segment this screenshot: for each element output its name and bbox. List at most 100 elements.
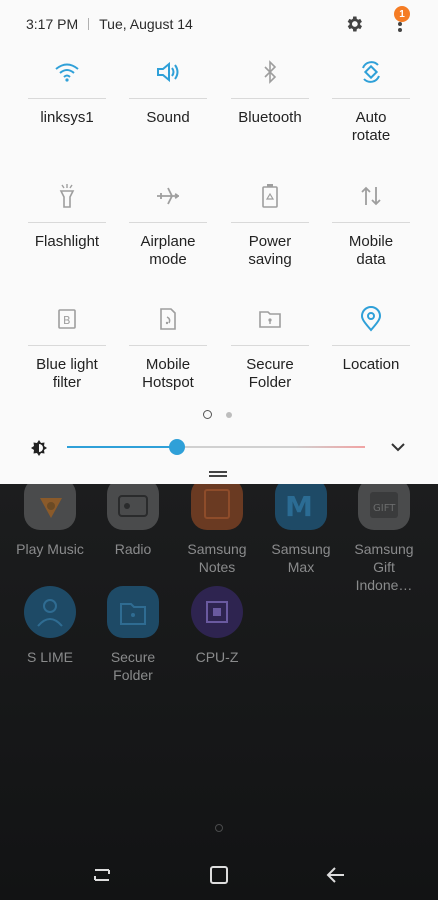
back-icon: [326, 867, 344, 883]
tile-divider: [231, 222, 309, 223]
expand-button[interactable]: [389, 438, 407, 461]
app-samsung-max[interactable]: M Samsung Max: [260, 478, 342, 576]
blue-light-filter-icon: B: [28, 293, 106, 345]
tile-label: Flashlight: [34, 233, 100, 250]
sound-icon: [129, 46, 207, 98]
samsung-gift-icon: GIFT: [358, 478, 410, 530]
status-date: Tue, August 14: [99, 16, 193, 32]
tile-mobile-hotspot[interactable]: Mobile Hotspot: [129, 293, 207, 392]
app-secure-folder[interactable]: Secure Folder: [92, 586, 174, 684]
tile-divider: [332, 345, 410, 346]
tile-label: Airplane mode: [140, 233, 196, 268]
tile-divider: [231, 98, 309, 99]
app-samsung-gift[interactable]: GIFT Samsung Gift Indone…: [343, 478, 425, 594]
brightness-track-end: [295, 446, 365, 448]
app-label: Samsung Notes: [187, 541, 247, 575]
samsung-max-icon: M: [275, 478, 327, 530]
flashlight-icon: [28, 170, 106, 222]
home-button[interactable]: [199, 855, 239, 895]
gear-icon: [347, 16, 362, 32]
s-lime-icon: [24, 586, 76, 638]
app-label: Samsung Max: [271, 541, 331, 575]
tile-label: Mobile Hotspot: [142, 356, 194, 391]
wifi-icon: [28, 46, 106, 98]
brightness-thumb[interactable]: [169, 439, 186, 455]
tile-divider: [332, 98, 410, 99]
app-s-lime[interactable]: S LIME: [9, 586, 91, 666]
app-label: Samsung Gift Indone…: [354, 541, 414, 593]
recents-button[interactable]: [82, 855, 122, 895]
recents-icon: [94, 869, 111, 881]
auto-rotate-icon: [332, 46, 410, 98]
tile-auto-rotate[interactable]: Auto rotate: [332, 46, 410, 145]
app-samsung-notes[interactable]: Samsung Notes: [176, 478, 258, 576]
tile-sound[interactable]: Sound: [129, 46, 207, 127]
app-radio[interactable]: Radio: [92, 478, 174, 558]
tile-label: Bluetooth: [238, 109, 302, 126]
more-options-button[interactable]: 1: [388, 6, 412, 36]
page-dot-current: [203, 410, 212, 419]
page-dot: [226, 411, 232, 418]
tile-divider: [129, 345, 207, 346]
brightness-slider[interactable]: [67, 439, 365, 455]
chevron-down-icon: [391, 443, 405, 452]
tile-label: Blue light filter: [36, 356, 98, 391]
brightness-icon: [30, 439, 48, 462]
app-label: Secure Folder: [110, 649, 156, 683]
cpu-z-icon: [191, 586, 243, 638]
app-label: Radio: [114, 541, 152, 557]
tile-wifi[interactable]: linksys1: [28, 46, 106, 127]
tile-label: Power saving: [248, 233, 292, 268]
tile-divider: [129, 222, 207, 223]
tile-flashlight[interactable]: Flashlight: [28, 170, 106, 251]
tile-divider: [28, 345, 106, 346]
tile-label: Location: [342, 356, 400, 373]
svg-text:B: B: [63, 314, 71, 327]
location-icon: [332, 293, 410, 345]
airplane-icon: [129, 170, 207, 222]
tile-power-saving[interactable]: Power saving: [231, 170, 309, 269]
app-label: Play Music: [16, 541, 84, 557]
tile-label: Secure Folder: [246, 356, 294, 391]
tile-secure-folder[interactable]: Secure Folder: [231, 293, 309, 392]
mobile-hotspot-icon: [129, 293, 207, 345]
power-saving-icon: [231, 170, 309, 222]
tile-airplane-mode[interactable]: Airplane mode: [129, 170, 207, 269]
secure-folder-icon: [231, 293, 309, 345]
svg-text:M: M: [285, 490, 313, 523]
play-music-icon: [24, 478, 76, 530]
settings-button[interactable]: [342, 12, 366, 36]
tile-divider: [28, 98, 106, 99]
tile-label: Mobile data: [348, 233, 394, 268]
mobile-data-icon: [332, 170, 410, 222]
tile-divider: [231, 345, 309, 346]
back-button[interactable]: [316, 855, 356, 895]
status-time: 3:17 PM: [26, 16, 79, 32]
tile-divider: [28, 222, 106, 223]
quick-settings-panel: 3:17 PM Tue, August 14 1 linksys1 Sound: [0, 0, 438, 484]
radio-icon: [107, 478, 159, 530]
svg-text:GIFT: GIFT: [373, 503, 396, 514]
app-cpu-z[interactable]: CPU-Z: [176, 586, 258, 666]
home-page-indicator: [215, 824, 223, 832]
tile-divider: [332, 222, 410, 223]
brightness-fill: [67, 446, 178, 448]
app-label: CPU-Z: [195, 649, 239, 665]
home-icon: [209, 866, 228, 884]
tile-mobile-data[interactable]: Mobile data: [332, 170, 410, 269]
bluetooth-icon: [231, 46, 309, 98]
panel-drag-handle[interactable]: [209, 471, 227, 477]
tile-label: Auto rotate: [351, 109, 391, 144]
tile-bluetooth[interactable]: Bluetooth: [231, 46, 309, 127]
header-actions: 1: [342, 6, 412, 36]
tile-blue-light-filter[interactable]: B Blue light filter: [28, 293, 106, 392]
app-label: S LIME: [27, 649, 73, 665]
navigation-bar: [0, 850, 438, 900]
secure-folder-app-icon: [107, 586, 159, 638]
samsung-notes-icon: [191, 478, 243, 530]
app-play-music[interactable]: Play Music: [9, 478, 91, 558]
tile-divider: [129, 98, 207, 99]
tile-label: Sound: [146, 109, 190, 126]
tile-location[interactable]: Location: [332, 293, 410, 374]
status-divider: [88, 18, 90, 30]
